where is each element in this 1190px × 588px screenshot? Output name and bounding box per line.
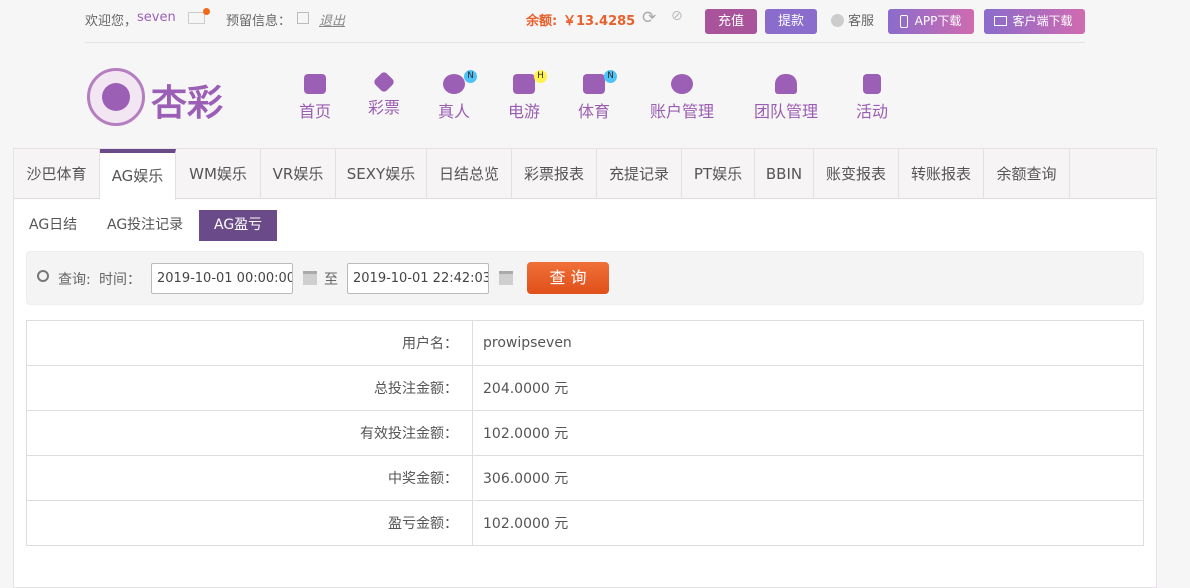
table-row: 盈亏金额： 102.0000 元 bbox=[26, 500, 1144, 546]
nav-label: 首页 bbox=[298, 102, 331, 121]
app-download-button[interactable]: APP下载 bbox=[888, 9, 974, 34]
row-label: 有效投注金额： bbox=[26, 410, 473, 456]
table-row: 中奖金额： 306.0000 元 bbox=[26, 455, 1144, 501]
nav-label: 团队管理 bbox=[753, 102, 818, 121]
new-badge: N bbox=[464, 70, 477, 83]
edit-icon[interactable] bbox=[297, 12, 309, 24]
nav-label: 体育 bbox=[577, 102, 610, 121]
app-download-label: APP下载 bbox=[914, 14, 962, 28]
tab-wm[interactable]: WM娱乐 bbox=[176, 149, 261, 199]
logo[interactable]: 杏彩 bbox=[85, 66, 237, 128]
trophy-icon: N bbox=[583, 70, 617, 94]
table-row: 总投注金额： 204.0000 元 bbox=[26, 365, 1144, 411]
profit-table: 用户名： prowipseven 总投注金额： 204.0000 元 有效投注金额：… bbox=[26, 320, 1144, 546]
nav-label: 账户管理 bbox=[649, 102, 714, 121]
nav-label: 彩票 bbox=[367, 98, 400, 117]
row-value: 102.0000 元 bbox=[472, 410, 1144, 456]
search-icon bbox=[37, 270, 49, 282]
ticket-icon bbox=[372, 70, 396, 94]
team-icon bbox=[775, 74, 797, 94]
row-label: 盈亏金额： bbox=[26, 500, 473, 546]
yen-coin-icon bbox=[671, 74, 693, 94]
report-panel: 沙巴体育 AG娱乐 WM娱乐 VR娱乐 SEXY娱乐 日结总览 彩票报表 充提记… bbox=[13, 148, 1157, 588]
reserved-info-label: 预留信息： bbox=[226, 14, 292, 29]
row-value: prowipseven bbox=[472, 320, 1144, 366]
tab-deposit-withdraw[interactable]: 充提记录 bbox=[597, 149, 682, 199]
end-time-input[interactable] bbox=[347, 263, 489, 294]
balance-value: ￥13.4285 bbox=[563, 14, 636, 29]
service-icon bbox=[831, 14, 844, 27]
query-label: 查询: bbox=[58, 272, 91, 288]
row-label: 中奖金额： bbox=[26, 455, 473, 501]
row-value: 204.0000 元 bbox=[472, 365, 1144, 411]
nav-home[interactable]: 首页 bbox=[298, 74, 332, 122]
recharge-button[interactable]: 充值 bbox=[705, 9, 757, 34]
to-label: 至 bbox=[324, 272, 338, 288]
dealer-icon: N bbox=[443, 70, 477, 94]
nav-promotions[interactable]: 活动 bbox=[855, 74, 889, 122]
nav-label: 真人 bbox=[437, 102, 470, 121]
filter-bar: 查询: 时间： 至 查 询 bbox=[26, 251, 1144, 305]
service-link[interactable]: 客服 bbox=[848, 10, 874, 29]
nav-team[interactable]: 团队管理 bbox=[752, 74, 820, 122]
subtab-ag-profit[interactable]: AG盈亏 bbox=[199, 210, 278, 241]
subtab-ag-bets[interactable]: AG投注记录 bbox=[92, 210, 198, 241]
row-value: 102.0000 元 bbox=[472, 500, 1144, 546]
tab-bbin[interactable]: BBIN bbox=[755, 149, 814, 199]
tab-pt[interactable]: PT娱乐 bbox=[682, 149, 755, 199]
time-label: 时间： bbox=[99, 272, 141, 288]
client-download-button[interactable]: 客户端下载 bbox=[984, 9, 1085, 34]
nav-label: 活动 bbox=[855, 102, 888, 121]
tab-daily-overview[interactable]: 日结总览 bbox=[427, 149, 512, 199]
tab-transfer-report[interactable]: 转账报表 bbox=[899, 149, 984, 199]
home-icon bbox=[304, 74, 326, 94]
gamepad-icon: H bbox=[513, 70, 547, 94]
nav-slots[interactable]: H 电游 bbox=[507, 70, 547, 122]
tab-vr[interactable]: VR娱乐 bbox=[261, 149, 336, 199]
subtab-ag-daily[interactable]: AG日结 bbox=[14, 210, 92, 241]
nav-account[interactable]: 账户管理 bbox=[648, 74, 716, 122]
tab-balance-query[interactable]: 余额查询 bbox=[984, 149, 1070, 199]
welcome-text: 欢迎您， bbox=[85, 14, 138, 29]
calendar-icon[interactable] bbox=[499, 271, 513, 285]
client-download-label: 客户端下载 bbox=[1012, 14, 1073, 28]
query-button[interactable]: 查 询 bbox=[527, 262, 609, 294]
phone-icon bbox=[900, 15, 908, 28]
tab-saba-sports[interactable]: 沙巴体育 bbox=[14, 149, 100, 199]
logo-text: 杏彩 bbox=[151, 83, 224, 124]
tab-ag[interactable]: AG娱乐 bbox=[100, 149, 176, 200]
new-badge: N bbox=[604, 70, 617, 83]
table-row: 用户名： prowipseven bbox=[26, 320, 1144, 366]
monitor-icon bbox=[994, 16, 1007, 26]
table-row: 有效投注金额： 102.0000 元 bbox=[26, 410, 1144, 456]
nav-sports[interactable]: N 体育 bbox=[577, 70, 617, 122]
nav-lottery[interactable]: 彩票 bbox=[367, 70, 401, 118]
hide-balance-icon[interactable]: ⊘ bbox=[671, 8, 683, 24]
withdraw-button[interactable]: 提款 bbox=[765, 9, 817, 34]
gift-icon bbox=[863, 74, 881, 94]
nav-live[interactable]: N 真人 bbox=[437, 70, 477, 122]
mail-icon[interactable] bbox=[188, 8, 210, 24]
hot-badge: H bbox=[534, 70, 547, 83]
tab-sexy[interactable]: SEXY娱乐 bbox=[336, 149, 427, 199]
report-tabs: 沙巴体育 AG娱乐 WM娱乐 VR娱乐 SEXY娱乐 日结总览 彩票报表 充提记… bbox=[14, 149, 1156, 200]
top-bar: 欢迎您， seven 预留信息： 退出 余额: ￥13.4285 ⟳ ⊘ 充值 … bbox=[85, 0, 1085, 43]
username: seven bbox=[137, 10, 176, 25]
tab-account-change[interactable]: 账变报表 bbox=[814, 149, 899, 199]
tab-lottery-report[interactable]: 彩票报表 bbox=[512, 149, 597, 199]
row-label: 总投注金额： bbox=[26, 365, 473, 411]
row-label: 用户名： bbox=[26, 320, 473, 366]
logout-link[interactable]: 退出 bbox=[319, 10, 345, 29]
refresh-icon[interactable]: ⟳ bbox=[642, 8, 656, 28]
start-time-input[interactable] bbox=[151, 263, 293, 294]
nav-label: 电游 bbox=[507, 102, 540, 121]
row-value: 306.0000 元 bbox=[472, 455, 1144, 501]
balance-label: 余额: bbox=[526, 14, 558, 29]
calendar-icon[interactable] bbox=[303, 271, 317, 285]
